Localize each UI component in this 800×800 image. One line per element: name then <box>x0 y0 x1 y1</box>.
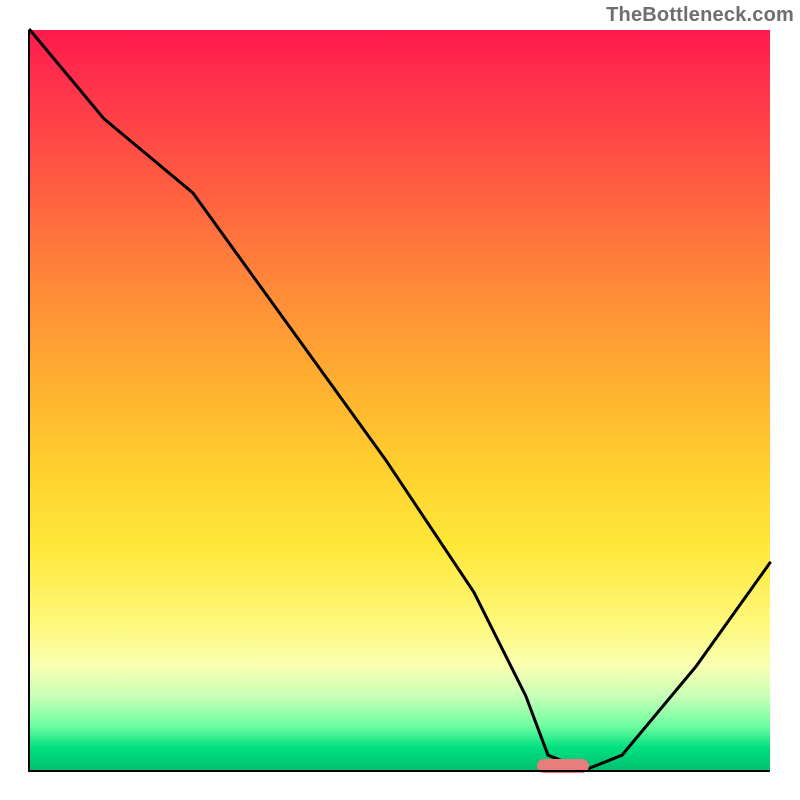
watermark-text: TheBottleneck.com <box>606 4 794 27</box>
x-axis <box>30 770 770 772</box>
chart-canvas: TheBottleneck.com <box>0 0 800 800</box>
plot-area <box>30 30 770 770</box>
curve-layer <box>30 30 770 770</box>
y-axis <box>28 30 30 772</box>
bottleneck-curve <box>30 30 770 770</box>
